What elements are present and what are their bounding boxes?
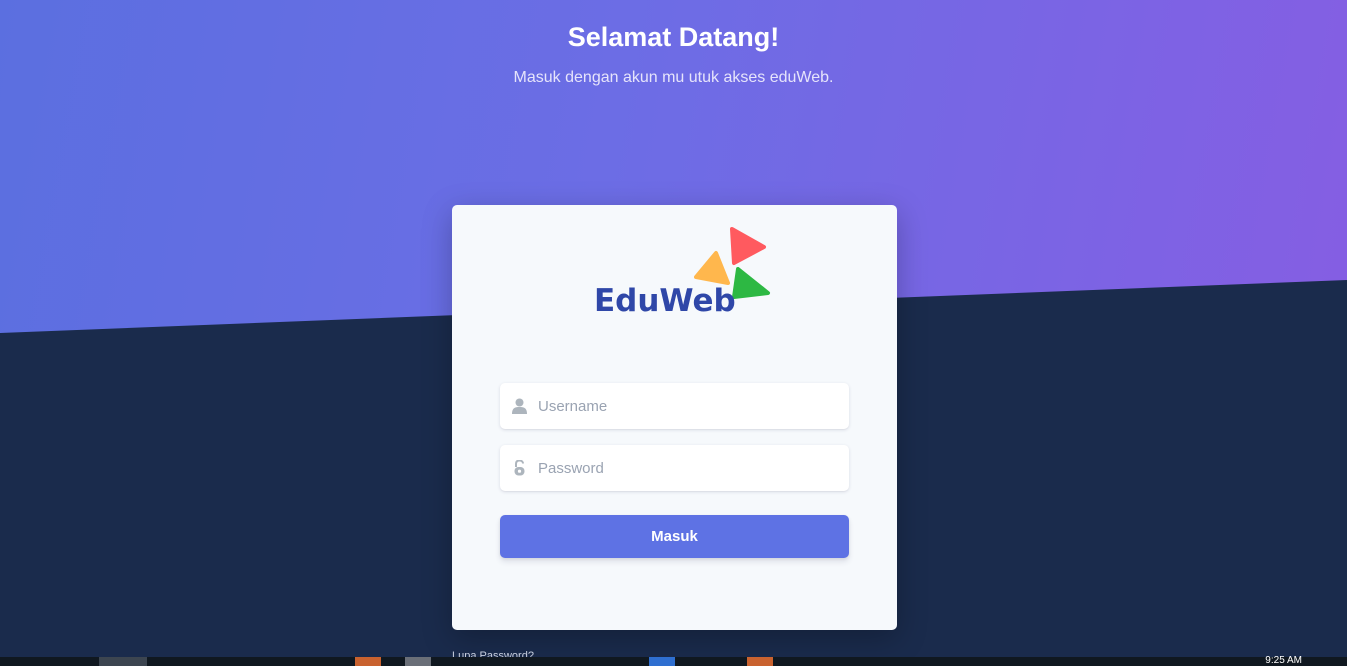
page-subtitle: Masuk dengan akun mu utuk akses eduWeb. <box>513 69 834 86</box>
user-icon <box>500 383 538 429</box>
os-taskbar: 9:25 AM <box>0 655 1347 666</box>
login-card: EduWeb Masuk <box>452 205 897 630</box>
username-field[interactable] <box>500 383 849 429</box>
taskbar-app[interactable] <box>405 657 431 666</box>
password-field[interactable] <box>500 445 849 491</box>
page-title: Selamat Datang! <box>567 22 780 52</box>
taskbar-search[interactable] <box>99 657 147 666</box>
svg-text:EduWeb: EduWeb <box>594 283 736 319</box>
taskbar-clock[interactable]: 9:25 AM <box>1265 655 1302 666</box>
lock-icon <box>500 445 538 491</box>
login-button[interactable]: Masuk <box>500 515 849 558</box>
eduweb-logo: EduWeb <box>592 225 777 320</box>
taskbar-app[interactable] <box>355 657 381 666</box>
taskbar-app[interactable] <box>649 657 675 666</box>
taskbar-app[interactable] <box>747 657 773 666</box>
username-input[interactable] <box>538 386 838 426</box>
password-input[interactable] <box>538 448 838 488</box>
